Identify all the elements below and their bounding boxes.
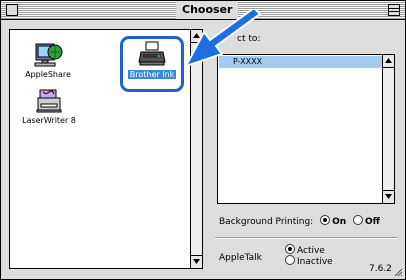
- printer-list[interactable]: P-XXXX: [217, 54, 395, 204]
- scroll-down-button[interactable]: [383, 190, 394, 203]
- arrow-down-icon: [193, 259, 200, 264]
- divider: [215, 237, 397, 239]
- version-label: 7.6.2: [369, 264, 392, 274]
- scroll-up-button[interactable]: [383, 55, 394, 68]
- printer-icon: [138, 41, 166, 66]
- appletalk-inactive-label[interactable]: Inactive: [297, 257, 333, 267]
- appletalk-label: AppleTalk: [219, 253, 262, 263]
- appletalk-inactive-option[interactable]: Inactive: [285, 255, 333, 267]
- driver-item-laserwriter[interactable]: LaserWriter 8: [18, 88, 80, 125]
- background-printing-label: Background Printing:: [219, 217, 314, 227]
- radio-bg-off[interactable]: [353, 215, 364, 225]
- driver-item-brother-ink[interactable]: Brother Ink: [122, 40, 182, 79]
- laserwriter-icon: [36, 89, 62, 113]
- collapse-box[interactable]: [388, 4, 400, 16]
- radio-bg-off-label[interactable]: Off: [365, 217, 380, 227]
- radio-bg-on[interactable]: [320, 215, 331, 225]
- printer-list-scrollbar[interactable]: [382, 55, 394, 203]
- driver-item-appleshare[interactable]: AppleShare: [22, 40, 74, 79]
- driver-label: Brother Ink: [127, 70, 177, 79]
- radio-appletalk-inactive[interactable]: [285, 255, 295, 265]
- close-box[interactable]: [6, 4, 18, 16]
- radio-appletalk-active[interactable]: [285, 244, 295, 254]
- arrow-up-icon: [385, 58, 392, 63]
- arrow-down-icon: [385, 194, 392, 199]
- scroll-down-button[interactable]: [191, 255, 202, 268]
- resize-grip-icon[interactable]: [393, 267, 403, 277]
- driver-list[interactable]: AppleShare Brother Ink LaserWriter 8: [9, 29, 203, 269]
- radio-bg-on-label[interactable]: On: [332, 217, 346, 227]
- background-printing-group: Background Printing: On Off: [219, 215, 380, 227]
- driver-label: LaserWriter 8: [22, 116, 76, 125]
- callout-arrow-icon: [186, 10, 261, 67]
- appleshare-icon: [34, 43, 63, 67]
- driver-label: AppleShare: [25, 70, 71, 79]
